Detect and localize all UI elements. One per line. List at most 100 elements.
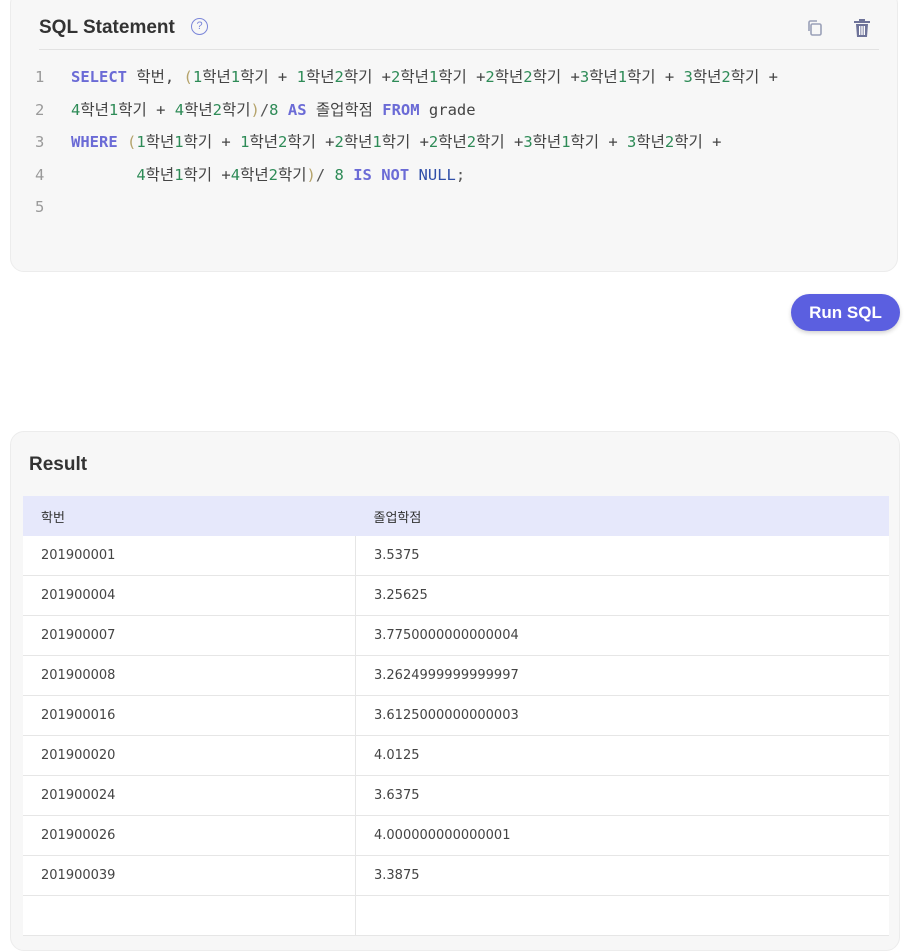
code-token: 1 [108, 100, 119, 119]
code-token: 학기 + [287, 133, 335, 151]
code-token: 2 [391, 68, 401, 86]
graduation-credit-cell: 3.6125000000000003 [355, 695, 889, 736]
code-token: ( [127, 133, 137, 151]
table-row: 201900016 3.6125000000000003 [23, 695, 889, 736]
column-header: 학번 [23, 496, 356, 536]
code-token: ) [250, 100, 260, 119]
code-token: 학기 + [183, 133, 241, 151]
result-card: Result 학번 졸업학점 201900001 3.5375 201900004 3… [10, 431, 900, 951]
code-token: 학년 [400, 68, 429, 86]
code-token: 1 [136, 133, 146, 151]
code-token: / [259, 100, 270, 119]
code-line: 2 4학년1학기 + 4학년2학기)/8 AS 졸업학점 FROM grade [35, 94, 877, 127]
code-token: 학기 + [532, 68, 580, 86]
code-token: 학기 + [343, 68, 391, 86]
code-token: 1 [561, 133, 571, 151]
code-token: 학년 [145, 165, 175, 184]
trash-icon[interactable] [851, 17, 873, 39]
code-token: 학년 [636, 133, 665, 151]
code-token: 학기 + [476, 133, 524, 151]
code-token: 학년 [692, 68, 722, 86]
graduation-credit-cell: 3.5375 [355, 536, 889, 576]
code-token: 1 [428, 68, 439, 86]
code-token: 8 [334, 165, 344, 184]
student-id-cell: 201900008 [23, 655, 356, 696]
code-token: 3 [523, 133, 533, 151]
student-id-cell: 201900020 [23, 735, 356, 776]
code-token: 1 [617, 68, 628, 86]
help-icon[interactable]: ? [191, 18, 208, 35]
graduation-credit-cell: 3.6375 [355, 775, 889, 816]
code-token: 학년 [202, 68, 231, 86]
code-line: 1 SELECT 학번, (1학년1학기 + 1학년2학기 +2학년1학기 +2학… [35, 61, 877, 94]
code-token: 학기 + [627, 68, 684, 86]
code-token: SELECT [71, 68, 127, 86]
code-token: 2 [428, 133, 439, 151]
result-title: Result [29, 454, 88, 475]
student-id-cell: 201900001 [23, 536, 356, 576]
code-token: ( [183, 68, 193, 86]
code-token: 3 [627, 133, 637, 151]
sql-editor-card: SQL Statement ? 1 SELECT 학번, (1학년1학기 + 1학… [10, 0, 898, 272]
graduation-credit-cell: 3.2624999999999997 [355, 655, 889, 696]
code-line: 3 WHERE (1학년1학기 + 1학년2학기 +2학년1학기 +2학년2학기 … [35, 126, 877, 159]
code-token: 1 [174, 133, 184, 151]
code-token: 학년 [343, 133, 373, 151]
code-token: 학기 + [118, 100, 175, 119]
code-token: / [315, 165, 335, 184]
student-id-cell: 201900026 [23, 815, 356, 856]
code-token: 학년 [80, 100, 109, 119]
student-id-cell: 201900016 [23, 695, 356, 736]
student-id-cell [23, 895, 356, 936]
code-token: 3 [683, 68, 693, 86]
code-token: 학년 [305, 68, 335, 86]
code-token: 학년 [438, 133, 467, 151]
table-row: 201900008 3.2624999999999997 [23, 655, 889, 696]
column-header: 졸업학점 [355, 496, 889, 536]
code-token: 1 [372, 133, 382, 151]
code-token: AS [287, 100, 307, 119]
student-id-cell: 201900007 [23, 615, 356, 656]
line-number: 3 [35, 133, 45, 151]
code-token: 학년 [494, 68, 524, 86]
line-number: 5 [35, 198, 45, 216]
table-row: 201900020 4.0125 [23, 735, 889, 776]
table-row: 201900007 3.7750000000000004 [23, 615, 889, 656]
code-token: FROM [382, 100, 420, 119]
code-token: 4 [174, 100, 185, 119]
run-sql-button[interactable]: Run SQL [791, 294, 900, 331]
code-token: 1 [174, 165, 184, 184]
code-token: 4 [71, 100, 81, 119]
table-body: 201900001 3.5375 201900004 3.25625 201900007… [23, 536, 889, 936]
code-token: 학년 [240, 165, 269, 184]
code-token: 1 [192, 68, 203, 86]
code-token: 2 [664, 133, 675, 151]
code-token: IS [353, 165, 372, 184]
code-token: 학기 + [438, 68, 486, 86]
code-token: 학년 [532, 133, 562, 151]
table-row [23, 895, 889, 936]
copy-icon[interactable] [805, 18, 825, 38]
code-token: 학기 + [730, 68, 778, 86]
code-token: 학년 [249, 133, 278, 151]
code-token: 학년 [589, 68, 618, 86]
code-token: 2 [721, 68, 731, 86]
code-token: 2 [523, 68, 533, 86]
graduation-credit-cell: 3.7750000000000004 [355, 615, 889, 656]
sql-code-area[interactable]: 1 SELECT 학번, (1학년1학기 + 1학년2학기 +2학년1학기 +2학… [35, 61, 877, 224]
code-token: 2 [334, 68, 344, 86]
student-id-cell: 201900039 [23, 855, 356, 896]
line-number: 2 [35, 100, 45, 119]
code-token: 학기 + [183, 165, 231, 184]
code-token: 2 [268, 165, 278, 184]
code-token: 학기 + [674, 133, 722, 151]
code-token: 2 [466, 133, 477, 151]
code-token: 학기 [277, 165, 307, 184]
table-row: 201900004 3.25625 [23, 575, 889, 616]
graduation-credit-cell: 3.3875 [355, 855, 889, 896]
